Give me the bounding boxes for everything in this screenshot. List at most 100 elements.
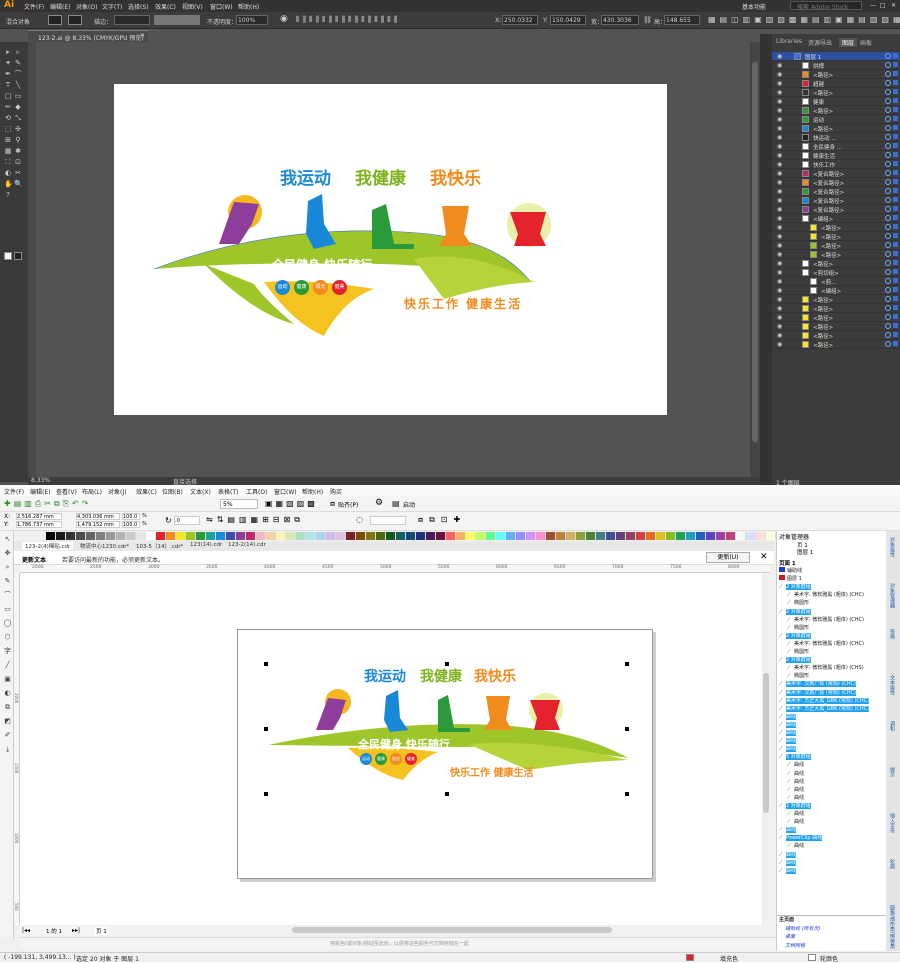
palette-swatch[interactable]	[236, 532, 246, 540]
palette-swatch[interactable]	[746, 532, 756, 540]
ai-layer-row[interactable]: ◉ <路径>	[772, 313, 900, 322]
ai-logo[interactable]: Ai	[4, 0, 14, 10]
ai-layer-row[interactable]: ◉ <复合路径>	[772, 169, 900, 178]
palette-swatch[interactable]	[596, 532, 606, 540]
cd-menu-item[interactable]: 位图(B)	[162, 487, 183, 496]
palette-swatch[interactable]	[766, 532, 776, 540]
ai-target-icon[interactable]	[885, 323, 891, 329]
ai-w-field[interactable]: 430.3036	[601, 15, 639, 25]
ai-layer-row[interactable]: ◉ 快乐工作	[772, 160, 900, 169]
ai-tool-gradient-icon[interactable]: ✱	[14, 147, 22, 155]
ai-visibility-icon[interactable]: ◉	[777, 80, 782, 87]
palette-swatch[interactable]	[716, 532, 726, 540]
palette-swatch[interactable]	[396, 532, 406, 540]
palette-swatch[interactable]	[446, 532, 456, 540]
cd-menu-item[interactable]: 效果(C)	[136, 487, 157, 496]
ai-selection-indicator[interactable]	[893, 233, 898, 238]
palette-swatch[interactable]	[206, 532, 216, 540]
ai-tool-scissors-icon[interactable]: ✂	[14, 169, 22, 177]
palette-swatch[interactable]	[246, 532, 256, 540]
ai-layer-row[interactable]: ◉ <复合路径>	[772, 205, 900, 214]
ai-target-icon[interactable]	[885, 161, 891, 167]
ai-layer-row[interactable]: ◉ <复合路径>	[772, 196, 900, 205]
cd-launch-icon[interactable]: ▤	[392, 499, 400, 508]
ai-tab-libraries[interactable]: Libraries	[776, 38, 802, 45]
ai-selection-indicator[interactable]	[893, 332, 898, 337]
palette-swatch[interactable]	[586, 532, 596, 540]
palette-swatch[interactable]	[336, 532, 346, 540]
ai-layer-row[interactable]: ◉ <路径>	[772, 223, 900, 232]
cd-outline-width[interactable]	[370, 516, 406, 525]
ai-menu-effect[interactable]: 效果(C)	[155, 2, 176, 11]
cd-doc-tab-3[interactable]: 103-5（14）.cdr*	[136, 542, 183, 550]
cd-tool-dimension-icon[interactable]: ╱	[3, 661, 12, 670]
cd-object-row[interactable]: ⟋ 2 对象群组	[779, 583, 885, 591]
palette-swatch[interactable]	[426, 532, 436, 540]
palette-swatch[interactable]	[706, 532, 716, 540]
ai-tool-symbol-icon[interactable]: ◐	[4, 169, 12, 177]
ai-selection-indicator[interactable]	[893, 215, 898, 220]
cd-tool-zoom-icon[interactable]: ⌕	[3, 563, 12, 572]
cd-x-field[interactable]: 2,516.287 mm	[16, 513, 62, 520]
palette-swatch[interactable]	[256, 532, 266, 540]
ai-target-icon[interactable]	[885, 143, 891, 149]
ai-selection-indicator[interactable]	[893, 188, 898, 193]
cd-object-row[interactable]: ⟋ 曲线	[779, 810, 885, 818]
cd-object-row[interactable]: ⟋ 美术字: 方正大黑_GBK (常规) (CHC)	[779, 697, 885, 705]
cd-object-row[interactable]: ⟋ 2 对象群组	[779, 632, 885, 640]
cd-object-row[interactable]: ⟋ 曲线	[779, 729, 885, 737]
ai-recolor-icon[interactable]: ◉	[280, 14, 288, 24]
ai-tab-asset-export[interactable]: 资源导出	[808, 38, 832, 47]
ai-tool-shape-builder-icon[interactable]: ⊞	[4, 136, 12, 144]
cd-tool-color-eyedropper-icon[interactable]: ◩	[3, 717, 12, 726]
cd-last-page-icon[interactable]: ▸▸|	[72, 927, 80, 934]
cd-scale-y[interactable]: 100.0	[122, 521, 140, 528]
ai-layer-row[interactable]: ◉ <剪切组>	[772, 268, 900, 277]
ai-target-icon[interactable]	[885, 197, 891, 203]
cd-outline-icon[interactable]: ◌	[356, 515, 363, 524]
ai-layer-row[interactable]: ◉ 超越	[772, 79, 900, 88]
ai-visibility-icon[interactable]: ◉	[777, 332, 782, 339]
cd-docker-tab[interactable]: 变换	[889, 629, 896, 639]
ai-target-icon[interactable]	[885, 125, 891, 131]
ai-target-icon[interactable]	[885, 251, 891, 257]
ai-target-icon[interactable]	[885, 215, 891, 221]
cd-master-row[interactable]: 桌面	[779, 933, 885, 941]
palette-swatch[interactable]	[686, 532, 696, 540]
ai-stroke-color-box[interactable]	[14, 252, 22, 260]
ai-target-icon[interactable]	[885, 278, 891, 284]
ai-y-field[interactable]: 150.0429	[550, 15, 586, 25]
ai-target-icon[interactable]	[885, 134, 891, 140]
cd-menu-item[interactable]: 对象(J)	[108, 487, 126, 496]
cd-master-row[interactable]: 主页面	[779, 916, 885, 924]
cd-object-row[interactable]: ⟋ 椭圆形	[779, 624, 885, 632]
cd-object-row[interactable]: ⟋ 曲线	[779, 761, 885, 769]
ai-visibility-icon[interactable]: ◉	[777, 53, 782, 60]
ai-target-icon[interactable]	[885, 305, 891, 311]
cd-menu-item[interactable]: 查看(V)	[56, 487, 77, 496]
ai-tool-arc-icon[interactable]: ⌒	[14, 70, 22, 78]
cd-doc-tab-4[interactable]: 123(14).cdr	[190, 542, 222, 548]
palette-swatch[interactable]	[436, 532, 446, 540]
ai-selection-indicator[interactable]	[893, 278, 898, 283]
ai-document-tab[interactable]: 123-2.ai @ 8.33% (CMYK/GPU 预览) ✕	[28, 30, 148, 42]
palette-swatch[interactable]	[286, 532, 296, 540]
cd-document-palette[interactable]: 将颜色(或对象)拖动至此处，以便将这些颜色与文档存储在一起	[20, 937, 776, 949]
cd-doc-tab-2[interactable]: 物流中心1230.cdr*	[80, 542, 129, 550]
cd-object-row[interactable]: ⟋ 曲线	[779, 713, 885, 721]
ai-visibility-icon[interactable]: ◉	[777, 143, 782, 150]
cd-page[interactable]: 我运动 我健康 我快乐 全民健身 快乐随行 运动 健康 阳光 健美 快乐工作 健…	[237, 629, 653, 879]
cd-object-row[interactable]: ⟋ 椭圆形	[779, 648, 885, 656]
cd-tool-polygon-icon[interactable]: ⬡	[3, 633, 12, 642]
palette-swatch[interactable]	[626, 532, 636, 540]
ai-layer-row[interactable]: ◉ 运动	[772, 115, 900, 124]
palette-swatch[interactable]	[616, 532, 626, 540]
cd-docker-tab[interactable]: 文本属性	[889, 675, 896, 695]
palette-swatch[interactable]	[646, 532, 656, 540]
ai-layer-row[interactable]: ◉ <编组>	[772, 214, 900, 223]
ai-tool-help-icon[interactable]: ?	[4, 191, 12, 199]
palette-swatch[interactable]	[196, 532, 206, 540]
cd-docker-tab[interactable]: 插入字符	[889, 813, 896, 833]
ai-visibility-icon[interactable]: ◉	[777, 278, 782, 285]
ai-selection-indicator[interactable]	[893, 269, 898, 274]
